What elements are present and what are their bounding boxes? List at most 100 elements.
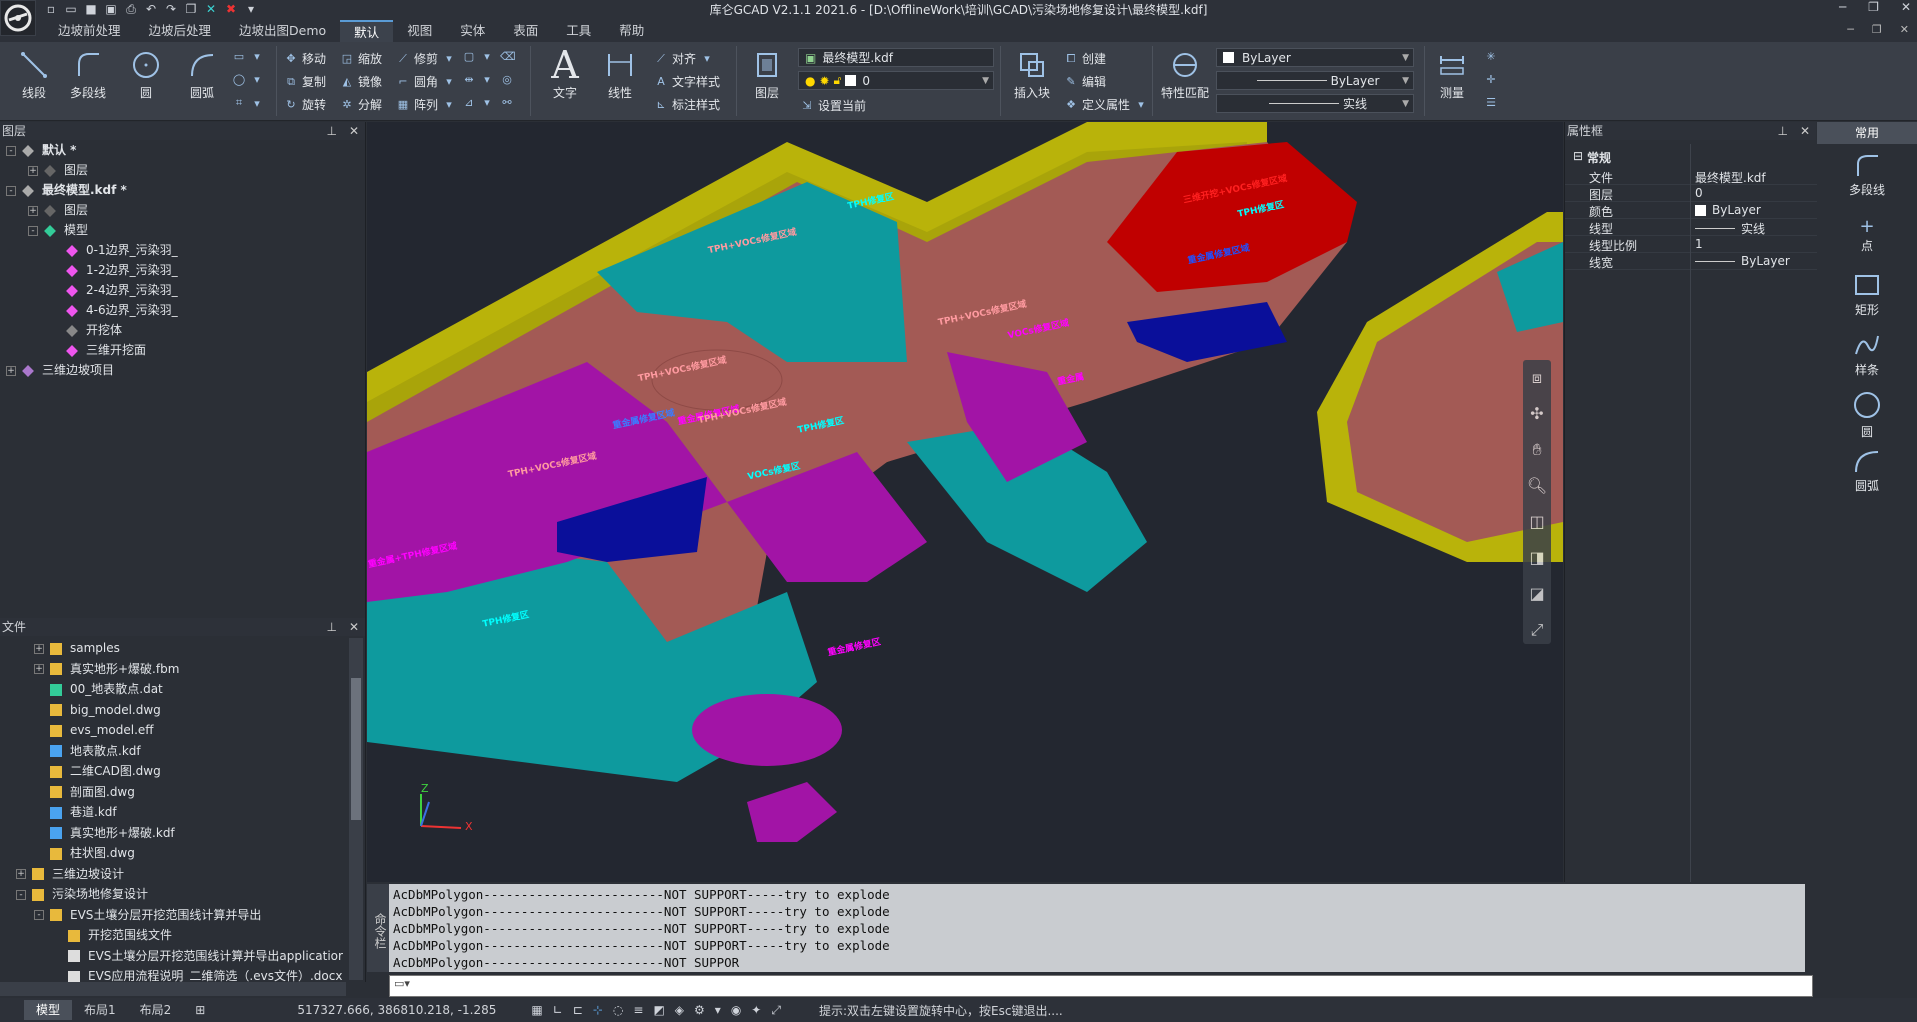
isolate-icon[interactable]: ◉ — [731, 1003, 741, 1018]
list-tool[interactable]: ☰ — [1484, 96, 1498, 109]
minimize-icon[interactable]: ─ — [1839, 0, 1846, 14]
copy-button[interactable]: ⧉ 复制 — [284, 73, 326, 90]
maximize-icon[interactable]: ❐ — [1868, 0, 1879, 14]
expand-toggle-icon[interactable]: + — [34, 643, 44, 654]
panel-close-icon[interactable]: ✕ — [349, 122, 359, 140]
add-layout-icon[interactable]: ⊞ — [183, 1000, 217, 1020]
fullscreen-icon[interactable]: ⤢ — [771, 1003, 781, 1018]
align-button[interactable]: ⟋ 对齐 ▾ — [654, 50, 714, 67]
tab-default[interactable]: 默认 — [340, 20, 394, 42]
file-tree-item[interactable]: - 污染场地修复设计 — [0, 884, 365, 905]
file-tree-item[interactable]: 开挖范围线文件 — [0, 925, 365, 946]
layer-tree-item[interactable]: + 三维边坡项目 — [0, 360, 365, 380]
panel-close-icon[interactable]: ✕ — [1800, 122, 1810, 140]
palette-circle[interactable]: 圆 — [1817, 390, 1917, 440]
palette-polyline[interactable]: 多段线 — [1817, 152, 1917, 198]
3d-snap-icon[interactable]: ◩ — [653, 1003, 664, 1018]
palette-arc[interactable]: 圆弧 — [1817, 448, 1917, 494]
arc-button[interactable]: 圆弧 — [182, 50, 222, 101]
palette-spline[interactable]: 样条 — [1817, 332, 1917, 378]
files-scrollbar[interactable] — [349, 638, 363, 980]
orbit-icon[interactable]: ✣ — [1523, 396, 1551, 432]
pin-icon[interactable]: ⊥ — [326, 122, 336, 140]
create-block-button[interactable]: ⧠ 创建 — [1064, 50, 1106, 67]
delete-icon[interactable]: ✖ — [224, 2, 238, 16]
trim-button[interactable]: ⟋ 修剪 ▾ — [396, 50, 456, 67]
files-hscrollbar[interactable] — [0, 982, 346, 996]
layer-button[interactable]: 图层 — [746, 50, 788, 101]
file-tree-item[interactable]: evs_model.eff — [0, 720, 365, 741]
expand-toggle-icon[interactable]: + — [6, 365, 16, 376]
print-icon[interactable]: ⎙ — [124, 2, 138, 16]
layer-combo[interactable]: ● ✹ 🔓︎ 0 ▼ — [798, 71, 994, 90]
undo-icon[interactable]: ↶ — [144, 2, 158, 16]
dim-style-button[interactable]: ⊾ 标注样式 — [654, 96, 720, 113]
front-view-icon[interactable]: ◫ — [1523, 504, 1551, 540]
tab-solid[interactable]: 实体 — [446, 20, 499, 42]
match-props-button[interactable]: 特性匹配 — [1160, 50, 1210, 101]
tab-model[interactable]: 模型 — [24, 1000, 73, 1020]
tab-layout1[interactable]: 布局1 — [72, 1000, 128, 1020]
expand-toggle-icon[interactable]: - — [16, 889, 26, 900]
polar-icon[interactable]: ⊹ — [593, 1003, 603, 1018]
view-cube-icon[interactable]: ⧈ — [1523, 360, 1551, 396]
point-tool[interactable]: ✛ — [1484, 73, 1498, 86]
move-button[interactable]: ✥ 移动 — [284, 50, 326, 67]
palette-title[interactable]: 常用 — [1817, 122, 1917, 144]
side-view-icon[interactable]: ◨ — [1523, 540, 1551, 576]
layer-tree-item[interactable]: 开挖体 — [0, 320, 365, 340]
layer-tree-item[interactable]: 2-4边界_污染羽_ — [0, 280, 365, 300]
layer-tree-item[interactable]: - 模型 — [0, 220, 365, 240]
rotate-button[interactable]: ↻ 旋转 — [284, 96, 326, 113]
tab-help[interactable]: 帮助 — [605, 20, 658, 42]
layer-tree-item[interactable]: + 图层 — [0, 160, 365, 180]
pin-icon[interactable]: ⊥ — [326, 618, 336, 636]
property-row[interactable]: 颜色 ByLayer — [1565, 202, 1817, 219]
dropdown-icon[interactable]: ▾ — [244, 2, 258, 16]
polyline-button[interactable]: 多段线 — [66, 50, 110, 101]
snap-tool[interactable]: ✳ — [1484, 50, 1498, 63]
pan-icon[interactable]: ✋︎ — [1523, 432, 1551, 468]
redo-icon[interactable]: ↷ — [164, 2, 178, 16]
command-input[interactable]: ▭▾ — [389, 975, 1813, 997]
panel-close-icon[interactable]: ✕ — [349, 618, 359, 636]
file-tree-item[interactable]: 地表散点.kdf — [0, 741, 365, 762]
run-icon[interactable]: ✦ — [751, 1003, 761, 1018]
3d-viewport[interactable]: TPH+VOCs修复区域 TPH修复区 TPH+VOCs修复区域 重金属修复区域 TPH… — [367, 122, 1563, 882]
property-row[interactable]: 线型比例 1 — [1565, 236, 1817, 253]
palette-rectangle[interactable]: 矩形 — [1817, 272, 1917, 318]
file-tree-item[interactable]: 剖面图.dwg — [0, 782, 365, 803]
scale-button[interactable]: ◲ 缩放 — [340, 50, 382, 67]
fillet-button[interactable]: ⌐ 圆角 ▾ — [396, 73, 456, 90]
layer-tree-item[interactable]: - 最终模型.kdf * — [0, 180, 365, 200]
linear-dim-button[interactable]: 线性 — [600, 50, 640, 101]
workspace-icon[interactable]: ▾ — [715, 1003, 721, 1018]
file-tree-item[interactable]: + samples — [0, 638, 365, 659]
text-button[interactable]: A 文字 — [544, 46, 586, 101]
save-icon[interactable]: ■ — [84, 2, 98, 16]
property-row[interactable]: 文件 最终模型.kdf — [1565, 168, 1817, 185]
grid-icon[interactable]: ▦ — [531, 1003, 542, 1018]
file-tree-item[interactable]: + 真实地形+爆破.fbm — [0, 659, 365, 680]
doc-minimize-icon[interactable]: ─ — [1847, 23, 1854, 36]
join-tool[interactable]: ⚯ — [500, 96, 514, 109]
close-icon[interactable]: ✕ — [1901, 0, 1911, 14]
lineweight-combo[interactable]: 实线 ▼ — [1216, 94, 1414, 113]
iso-view-icon[interactable]: ◪ — [1523, 576, 1551, 612]
property-row[interactable]: 线型 实线 — [1565, 219, 1817, 236]
close-cross-icon[interactable]: ✕ — [204, 2, 218, 16]
line-button[interactable]: 线段 — [14, 50, 54, 101]
chamfer-tool[interactable]: ⊿ ▾ — [462, 96, 494, 109]
lineweight-icon[interactable]: ≡ — [633, 1003, 643, 1018]
color-combo[interactable]: ByLayer ▼ — [1216, 48, 1414, 67]
tab-layout2[interactable]: 布局2 — [128, 1000, 184, 1020]
file-tree-item[interactable]: 00_地表散点.dat — [0, 679, 365, 700]
file-tree-item[interactable]: + 三维边坡设计 — [0, 864, 365, 885]
circle-button[interactable]: 圆 — [126, 50, 166, 101]
tab-tools[interactable]: 工具 — [552, 20, 605, 42]
file-tree-item[interactable]: EVS土壤分层开挖范围线计算并导出applicatior — [0, 946, 365, 967]
stretch-tool[interactable]: ⇹ ▾ — [462, 73, 494, 86]
expand-toggle-icon[interactable]: + — [28, 165, 38, 176]
hatch-tool[interactable]: ⌗ ▾ — [232, 96, 264, 110]
erase-tool[interactable]: ⌫ — [500, 50, 516, 63]
